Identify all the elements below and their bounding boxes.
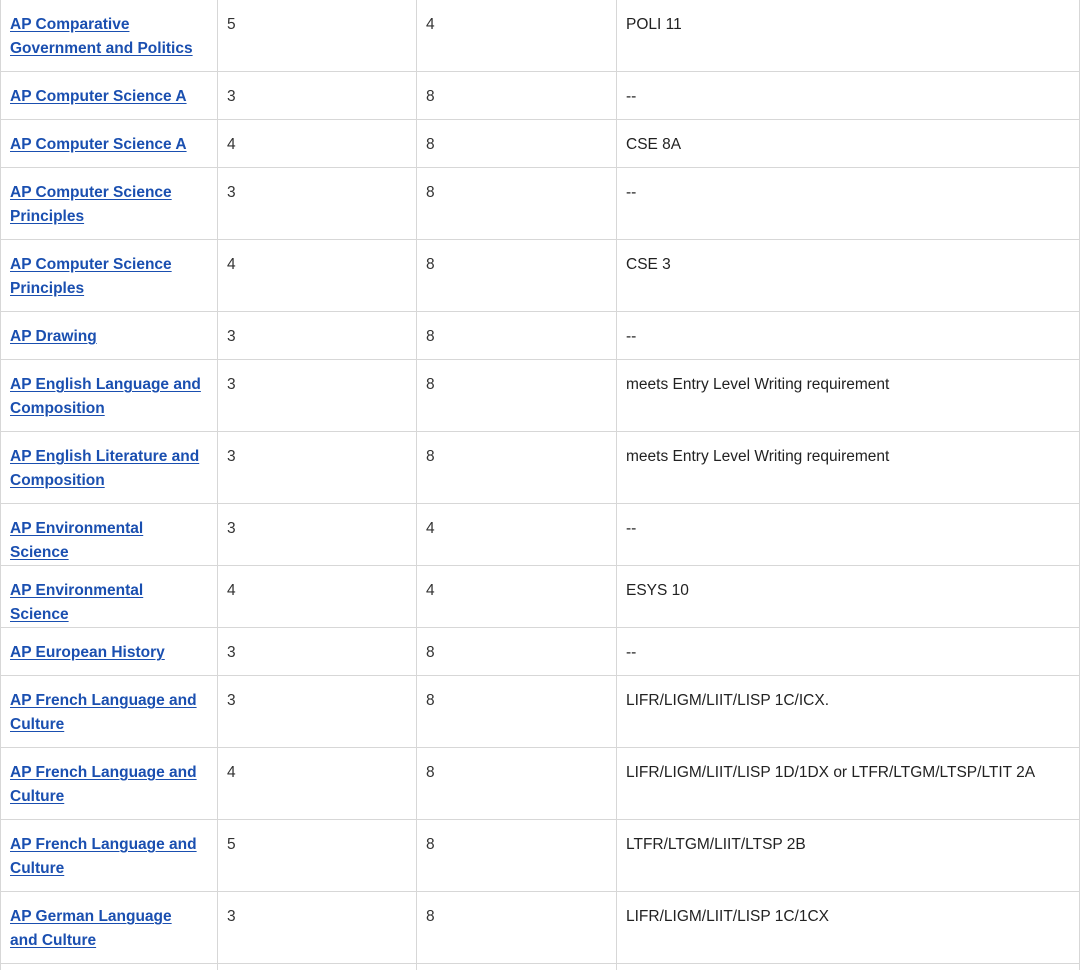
score-cell: 3 <box>217 503 417 566</box>
course-link[interactable]: AP English Language and Composition <box>10 376 201 417</box>
score-cell: 5 <box>217 819 417 892</box>
course-cell: AP Drawing <box>0 311 218 360</box>
table-row: AP French Language and Culture 3 8 LIFR/… <box>0 675 1080 748</box>
table-row: AP English Language and Composition 3 8 … <box>0 359 1080 432</box>
credit-cell: CSE 3 <box>616 239 1080 312</box>
table-row: AP Comparative Government and Politics 5… <box>0 0 1080 72</box>
course-cell: AP Environmental Science <box>0 503 218 566</box>
units-cell: 8 <box>416 891 617 964</box>
units-cell: 4 <box>416 503 617 566</box>
course-cell: AP Environmental Science <box>0 565 218 628</box>
credit-cell: LIFR/LIGM/LIIT/LISP 1D/1DX or LTFR/LTGM/… <box>616 747 1080 820</box>
course-cell: AP German Language and Culture <box>0 891 218 964</box>
partial-cell <box>217 963 417 970</box>
score-cell: 3 <box>217 431 417 504</box>
units-cell: 8 <box>416 167 617 240</box>
course-link[interactable]: AP Computer Science Principles <box>10 184 172 225</box>
course-cell: AP French Language and Culture <box>0 747 218 820</box>
table-row: AP Computer Science Principles 3 8 -- <box>0 167 1080 240</box>
credit-cell: CSE 8A <box>616 119 1080 168</box>
partial-cell <box>616 963 1080 970</box>
credit-cell: ESYS 10 <box>616 565 1080 628</box>
credit-cell: meets Entry Level Writing requirement <box>616 359 1080 432</box>
credit-cell: -- <box>616 627 1080 676</box>
units-cell: 8 <box>416 747 617 820</box>
table-row: AP Computer Science A 4 8 CSE 8A <box>0 119 1080 168</box>
credit-cell: -- <box>616 71 1080 120</box>
course-link[interactable]: AP Comparative Government and Politics <box>10 16 193 57</box>
table-row: AP Computer Science Principles 4 8 CSE 3 <box>0 239 1080 312</box>
credit-cell: -- <box>616 503 1080 566</box>
score-cell: 3 <box>217 311 417 360</box>
credit-cell: -- <box>616 167 1080 240</box>
score-cell: 4 <box>217 747 417 820</box>
course-link[interactable]: AP Environmental Science <box>10 520 143 561</box>
score-cell: 4 <box>217 565 417 628</box>
table-row: AP Environmental Science 4 4 ESYS 10 <box>0 565 1080 628</box>
units-cell: 8 <box>416 239 617 312</box>
table-row: AP German Language and Culture 3 8 LIFR/… <box>0 891 1080 964</box>
score-cell: 5 <box>217 0 417 72</box>
course-cell: AP English Language and Composition <box>0 359 218 432</box>
partial-cell <box>416 963 617 970</box>
score-cell: 3 <box>217 675 417 748</box>
table-row: AP English Literature and Composition 3 … <box>0 431 1080 504</box>
ap-credit-table: AP Comparative Government and Politics 5… <box>0 0 1080 970</box>
course-link[interactable]: AP Computer Science A <box>10 88 187 105</box>
course-link[interactable]: AP German Language and Culture <box>10 908 172 949</box>
table-row: AP Computer Science A 3 8 -- <box>0 71 1080 120</box>
course-link[interactable]: AP Environmental Science <box>10 582 143 623</box>
table-row: AP French Language and Culture 4 8 LIFR/… <box>0 747 1080 820</box>
units-cell: 8 <box>416 819 617 892</box>
course-cell: AP Computer Science A <box>0 119 218 168</box>
table-row-partial <box>0 963 1080 970</box>
course-link[interactable]: AP European History <box>10 644 165 661</box>
units-cell: 4 <box>416 0 617 72</box>
units-cell: 8 <box>416 71 617 120</box>
credit-cell: POLI 11 <box>616 0 1080 72</box>
course-cell: AP Computer Science A <box>0 71 218 120</box>
score-cell: 3 <box>217 627 417 676</box>
units-cell: 8 <box>416 119 617 168</box>
score-cell: 4 <box>217 239 417 312</box>
course-link[interactable]: AP Computer Science A <box>10 136 187 153</box>
course-link[interactable]: AP French Language and Culture <box>10 764 197 805</box>
course-cell: AP Computer Science Principles <box>0 239 218 312</box>
partial-cell <box>0 963 218 970</box>
course-cell: AP Computer Science Principles <box>0 167 218 240</box>
credit-cell: LIFR/LIGM/LIIT/LISP 1C/1CX <box>616 891 1080 964</box>
course-link[interactable]: AP Drawing <box>10 328 97 345</box>
credit-cell: -- <box>616 311 1080 360</box>
course-cell: AP French Language and Culture <box>0 819 218 892</box>
credit-cell: LIFR/LIGM/LIIT/LISP 1C/ICX. <box>616 675 1080 748</box>
units-cell: 4 <box>416 565 617 628</box>
score-cell: 3 <box>217 71 417 120</box>
course-cell: AP English Literature and Composition <box>0 431 218 504</box>
course-cell: AP European History <box>0 627 218 676</box>
score-cell: 3 <box>217 167 417 240</box>
credit-cell: LTFR/LTGM/LIIT/LTSP 2B <box>616 819 1080 892</box>
course-link[interactable]: AP French Language and Culture <box>10 692 197 733</box>
table-row: AP Environmental Science 3 4 -- <box>0 503 1080 566</box>
credit-cell: meets Entry Level Writing requirement <box>616 431 1080 504</box>
units-cell: 8 <box>416 359 617 432</box>
table-row: AP European History 3 8 -- <box>0 627 1080 676</box>
course-link[interactable]: AP French Language and Culture <box>10 836 197 877</box>
ap-credit-table-body: AP Comparative Government and Politics 5… <box>0 0 1080 970</box>
course-link[interactable]: AP English Literature and Composition <box>10 448 199 489</box>
course-cell: AP Comparative Government and Politics <box>0 0 218 72</box>
units-cell: 8 <box>416 311 617 360</box>
table-row: AP French Language and Culture 5 8 LTFR/… <box>0 819 1080 892</box>
score-cell: 3 <box>217 891 417 964</box>
score-cell: 3 <box>217 359 417 432</box>
course-link[interactable]: AP Computer Science Principles <box>10 256 172 297</box>
units-cell: 8 <box>416 627 617 676</box>
units-cell: 8 <box>416 431 617 504</box>
table-row: AP Drawing 3 8 -- <box>0 311 1080 360</box>
score-cell: 4 <box>217 119 417 168</box>
units-cell: 8 <box>416 675 617 748</box>
course-cell: AP French Language and Culture <box>0 675 218 748</box>
